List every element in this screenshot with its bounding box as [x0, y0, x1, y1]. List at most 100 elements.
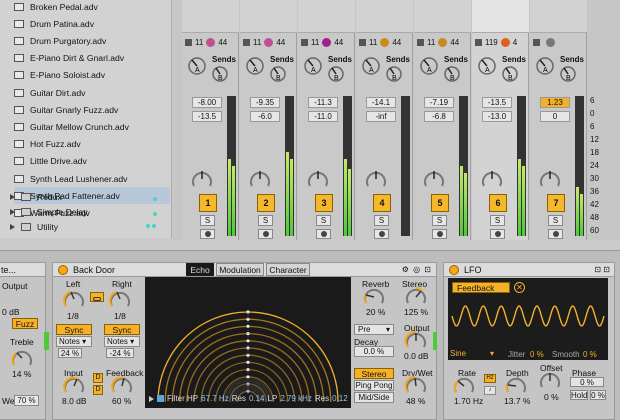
- clip-slot[interactable]: [182, 0, 239, 33]
- pan-knob[interactable]: [364, 168, 388, 190]
- solo-button[interactable]: S: [490, 215, 505, 226]
- track-activator-button[interactable]: 6: [489, 194, 507, 212]
- midside-mode-button[interactable]: Mid/Side: [354, 392, 394, 403]
- echo-visualizer[interactable]: [145, 277, 351, 408]
- input-d-button[interactable]: D: [93, 373, 103, 383]
- peak-value[interactable]: -13.0: [482, 111, 512, 122]
- left-sync-button[interactable]: Sync: [56, 324, 92, 335]
- device-header-icons[interactable]: ⚙ ◎ ⊡: [402, 265, 432, 274]
- phase-value[interactable]: 0 %: [570, 377, 604, 387]
- wet-value[interactable]: 70 %: [14, 395, 39, 406]
- arm-button[interactable]: [258, 229, 273, 239]
- browser-file-item[interactable]: Hot Fuzz.adv: [14, 136, 170, 153]
- browser-file-item[interactable]: E-Piano Dirt & Gnarl.adv: [14, 50, 170, 67]
- send-b-knob[interactable]: B: [442, 64, 462, 84]
- browser-file-item[interactable]: Broken Pedal.adv: [14, 0, 170, 15]
- drywet-knob[interactable]: [404, 376, 428, 396]
- offset-knob[interactable]: [538, 371, 562, 391]
- right-notes-select[interactable]: Notes ▾: [104, 336, 140, 347]
- volume-value[interactable]: -14.1: [366, 97, 396, 108]
- send-b-knob[interactable]: B: [326, 64, 346, 84]
- treble-knob[interactable]: [10, 347, 34, 369]
- arm-button[interactable]: [200, 229, 215, 239]
- right-sync-button[interactable]: Sync: [104, 324, 140, 335]
- solo-button[interactable]: S: [548, 215, 563, 226]
- volume-value[interactable]: -7.19: [424, 97, 454, 108]
- clip-slot[interactable]: [414, 0, 471, 33]
- volume-value[interactable]: -13.5: [482, 97, 512, 108]
- volume-value[interactable]: -9.35: [250, 97, 280, 108]
- arm-button[interactable]: [548, 229, 563, 239]
- hold-value[interactable]: 0 %: [590, 390, 606, 400]
- rate-knob[interactable]: [452, 376, 476, 396]
- track-activator-button[interactable]: 7: [547, 194, 565, 212]
- send-b-knob[interactable]: B: [558, 64, 578, 84]
- browser-file-item[interactable]: Guitar Dirt.adv: [14, 84, 170, 101]
- peak-value[interactable]: -inf: [366, 111, 396, 122]
- browser-file-item[interactable]: Guitar Mellow Crunch.adv: [14, 118, 170, 135]
- send-b-knob[interactable]: B: [210, 64, 230, 84]
- send-a-knob[interactable]: A: [186, 55, 208, 77]
- filter-hp-value[interactable]: 67.7 Hz: [201, 394, 229, 403]
- browser-file-item[interactable]: Guitar Gnarly Fuzz.adv: [14, 101, 170, 118]
- left-offset-value[interactable]: 24 %: [58, 348, 82, 358]
- arm-button[interactable]: [316, 229, 331, 239]
- peak-value[interactable]: 0: [540, 111, 570, 122]
- play-icon[interactable]: [149, 395, 154, 402]
- hold-button[interactable]: Hold: [570, 390, 588, 400]
- left-notes-select[interactable]: Notes ▾: [56, 336, 92, 347]
- clip-slot[interactable]: [240, 0, 297, 33]
- right-time-knob[interactable]: [108, 288, 132, 310]
- solo-button[interactable]: S: [258, 215, 273, 226]
- link-button[interactable]: [90, 292, 104, 302]
- browser-file-item[interactable]: Little Drive.adv: [14, 153, 170, 170]
- filter-lp-value[interactable]: 2.79 kHz: [280, 394, 312, 403]
- stereo-mode-button[interactable]: Stereo: [354, 368, 394, 379]
- stereo-knob[interactable]: [404, 287, 428, 307]
- send-b-knob[interactable]: B: [384, 64, 404, 84]
- stop-icon[interactable]: [185, 39, 192, 46]
- volume-value[interactable]: -8.00: [192, 97, 222, 108]
- smooth-value[interactable]: 0 %: [583, 350, 597, 359]
- arm-button[interactable]: [490, 229, 505, 239]
- peak-value[interactable]: -13.5: [192, 111, 222, 122]
- browser-folder-item[interactable]: Utility: [10, 218, 58, 235]
- peak-value[interactable]: -6.8: [424, 111, 454, 122]
- send-b-knob[interactable]: B: [268, 64, 288, 84]
- browser-file-item[interactable]: Synth Lead Lushener.adv: [14, 170, 170, 187]
- input-knob[interactable]: [62, 376, 86, 396]
- pan-knob[interactable]: [190, 168, 214, 190]
- pan-knob[interactable]: [422, 168, 446, 190]
- rate-sync-button[interactable]: ♪: [484, 386, 496, 395]
- send-a-knob[interactable]: A: [302, 55, 324, 77]
- solo-button[interactable]: S: [316, 215, 331, 226]
- res-lp-value[interactable]: 0.12: [332, 394, 348, 403]
- clip-slot[interactable]: [298, 0, 355, 33]
- close-icon[interactable]: ✕: [514, 282, 525, 293]
- depth-knob[interactable]: [504, 376, 528, 396]
- track-activator-button[interactable]: 1: [199, 194, 217, 212]
- clip-slot[interactable]: [356, 0, 413, 33]
- feedback-knob[interactable]: [110, 376, 134, 396]
- tab-echo[interactable]: Echo: [186, 263, 214, 276]
- output-knob[interactable]: [404, 331, 428, 351]
- device-on-button[interactable]: [449, 264, 459, 275]
- decay-value[interactable]: 0.0 %: [354, 346, 394, 357]
- stop-icon[interactable]: [301, 39, 308, 46]
- res-hp-value[interactable]: 0.14: [249, 394, 265, 403]
- jitter-value[interactable]: 0 %: [530, 350, 544, 359]
- solo-button[interactable]: S: [432, 215, 447, 226]
- pan-knob[interactable]: [306, 168, 330, 190]
- pan-knob[interactable]: [248, 168, 272, 190]
- clip-slot[interactable]: [530, 0, 587, 33]
- lfo-target-button[interactable]: Feedback: [452, 282, 510, 293]
- echo-tunnel-graphic[interactable]: [145, 277, 351, 408]
- rate-hz-button[interactable]: Hz: [484, 374, 496, 383]
- send-a-knob[interactable]: A: [534, 55, 556, 77]
- track-activator-button[interactable]: 4: [373, 194, 391, 212]
- pingpong-mode-button[interactable]: Ping Pong: [354, 380, 394, 391]
- solo-button[interactable]: S: [200, 215, 215, 226]
- reverb-position-select[interactable]: Pre ▾: [354, 324, 394, 335]
- browser-file-item[interactable]: E-Piano Soloist.adv: [14, 67, 170, 84]
- left-time-knob[interactable]: [62, 288, 86, 310]
